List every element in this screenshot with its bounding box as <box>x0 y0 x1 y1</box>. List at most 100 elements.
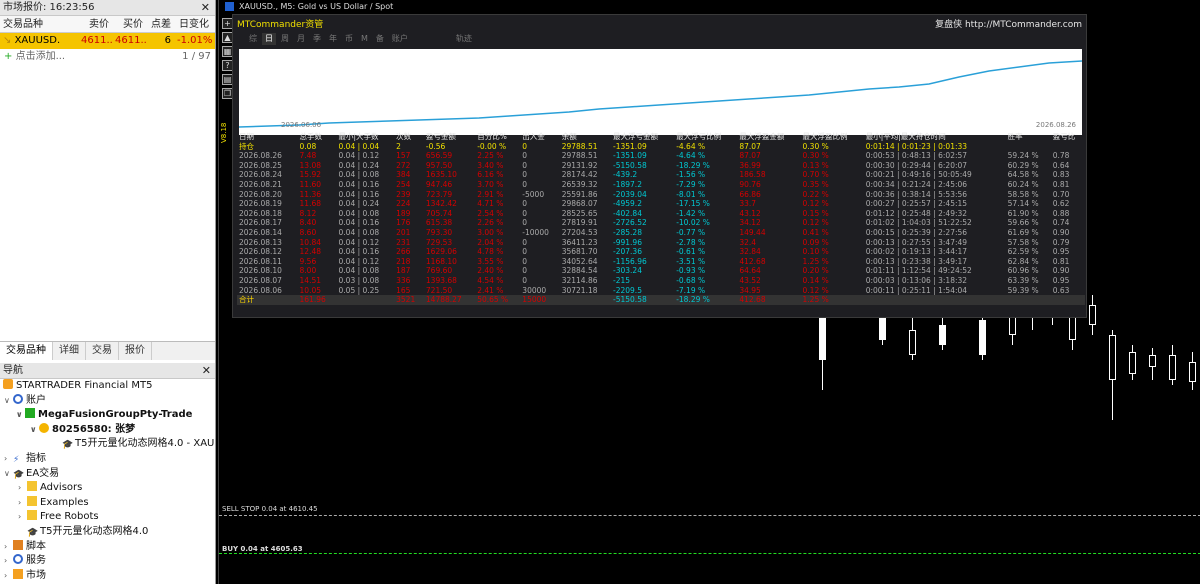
chevron-right-icon[interactable]: › <box>18 510 27 525</box>
stats-row[interactable]: 2026.08.13 10.84 0.04 | 0.12 231 729.53 2.04 … <box>237 238 1085 248</box>
ptab-track[interactable]: 轨迹 <box>453 33 475 45</box>
ptab-day[interactable]: 日 <box>262 33 276 45</box>
chevron-right-icon[interactable]: › <box>4 569 13 584</box>
col-symbol[interactable]: 交易品种 <box>0 16 78 32</box>
chevron-down-icon[interactable]: ∨ <box>16 408 25 423</box>
stats-row[interactable]: 2026.08.06 10.05 0.05 | 0.25 165 721.50 2.41 … <box>237 286 1085 296</box>
stats-cell: 218 <box>396 256 411 266</box>
stats-cell: 0:00:13 | 0:23:38 | 3:49:17 <box>865 256 968 266</box>
close-icon[interactable]: ✕ <box>201 0 210 16</box>
stats-cell: 30721.18 <box>561 285 598 295</box>
stats-header-row[interactable]: 日期 总手数 最小|大手数 次数 盈亏金额 百分比% 出入金 余额 最大浮亏金额 最大浮亏比例 最大… <box>237 132 1085 142</box>
stats-cell: 189 <box>396 208 411 218</box>
stats-cell: 4.54 % <box>477 275 504 285</box>
nav-folder-advisors[interactable]: › Advisors <box>0 481 215 496</box>
nav-services[interactable]: › 服务 <box>0 554 215 569</box>
chevron-right-icon[interactable]: › <box>18 481 27 496</box>
stats-row[interactable]: 2026.08.21 11.60 0.04 | 0.16 254 947.46 3.70 … <box>237 180 1085 190</box>
sell-stop-line[interactable] <box>219 515 1200 516</box>
stats-cell: 0.35 % <box>802 179 829 189</box>
indicator-icon: ⚡ <box>13 454 20 465</box>
stats-cell: 1393.68 <box>425 275 457 285</box>
stats-cell: 0 <box>522 275 528 285</box>
chevron-right-icon[interactable]: › <box>4 540 13 555</box>
chevron-right-icon[interactable]: › <box>4 452 13 467</box>
tab-ticks[interactable]: 报价 <box>119 342 152 360</box>
stats-cell: 0 <box>522 218 528 228</box>
symbol-row-xauusd[interactable]: ↘ XAUUSD. 4611.... 4611.... 6 -1.01% <box>0 33 215 49</box>
stats-cell: 2 <box>396 141 401 151</box>
buy-line[interactable] <box>219 553 1200 554</box>
stats-cell: 336 <box>396 275 411 285</box>
ptab-note[interactable]: 备 <box>373 33 387 45</box>
stats-cell: 412.68 <box>739 256 766 266</box>
col-bid[interactable]: 卖价 <box>78 16 112 32</box>
stats-row[interactable]: 2026.08.24 15.92 0.04 | 0.08 384 1635.10 6.16… <box>237 170 1085 180</box>
stats-hold-row[interactable]: 持仓 0.08 0.04 | 0.04 2 -0.56 -0.00 % 0 29788.51 -… <box>237 142 1085 152</box>
ptab-currency[interactable]: 币 <box>342 33 356 45</box>
tab-trading[interactable]: 交易 <box>86 342 119 360</box>
col-change[interactable]: 日变化 <box>174 16 212 32</box>
mtcommander-panel[interactable]: MTCommander资管 复盘侠 http://MTCommander.com… <box>220 14 1087 318</box>
nav-broker[interactable]: STARTRADER Financial MT5 <box>0 379 215 394</box>
stats-row[interactable]: 2026.08.12 12.48 0.04 | 0.16 266 1629.06 4.78… <box>237 247 1085 257</box>
stats-row[interactable]: 2026.08.26 7.48 0.04 | 0.12 157 656.59 2.25 %… <box>237 151 1085 161</box>
stats-row[interactable]: 2026.08.14 8.60 0.04 | 0.08 201 793.30 3.00 %… <box>237 228 1085 238</box>
stats-cell: 272 <box>396 160 411 170</box>
stats-row[interactable]: 2026.08.20 11.36 0.04 | 0.16 239 723.79 2.91 … <box>237 190 1085 200</box>
nav-indicators[interactable]: › ⚡ 指标 <box>0 452 215 467</box>
nav-market[interactable]: › 市场 <box>0 568 215 584</box>
tab-details[interactable]: 详细 <box>53 342 86 360</box>
ptab-m[interactable]: M <box>358 33 371 45</box>
stats-cell: 0.70 <box>1052 189 1070 199</box>
stats-row[interactable]: 2026.08.19 11.68 0.04 | 0.24 224 1342.42 4.71… <box>237 199 1085 209</box>
close-icon[interactable]: ✕ <box>202 363 211 379</box>
add-symbol-row[interactable]: + 点击添加... 1 / 97 <box>0 49 215 65</box>
mtc-link[interactable]: 复盘侠 http://MTCommander.com <box>935 17 1082 30</box>
sell-stop-label: SELL STOP 0.04 at 4610.45 <box>222 505 318 513</box>
ptab-quarter[interactable]: 季 <box>310 33 324 45</box>
ptab-month[interactable]: 月 <box>294 33 308 45</box>
nav-server[interactable]: ∨ MegaFusionGroupPty-Trade <box>0 408 215 423</box>
stats-cell: 723.79 <box>425 189 453 199</box>
nav-ea-instance[interactable]: 🎓T5开元量化动态网格4.0 - XAUUSD <box>0 437 215 452</box>
tab-symbols[interactable]: 交易品种 <box>0 342 53 360</box>
col-spread[interactable]: 点差 <box>146 16 174 32</box>
stats-cell: 3521 <box>394 295 424 305</box>
nav-account[interactable]: ∨ 80256580: 张梦 <box>0 422 215 438</box>
stats-cell: 8.60 <box>299 227 317 237</box>
stats-row[interactable]: 2026.08.11 9.56 0.04 | 0.12 218 1168.10 3.55 … <box>237 257 1085 267</box>
stats-cell: 3.70 % <box>477 179 504 189</box>
ptab-week[interactable]: 周 <box>278 33 292 45</box>
stats-cell: -2039.04 <box>613 189 647 199</box>
stats-cell: 0.04 | 0.16 <box>338 189 380 199</box>
ptab-account[interactable]: 账户 <box>389 33 411 45</box>
stats-row[interactable]: 2026.08.25 13.08 0.04 | 0.24 272 957.50 3.40 … <box>237 161 1085 171</box>
nav-ea-item[interactable]: 🎓 T5开元量化动态网格4.0 <box>0 525 215 540</box>
stats-cell: -0.00 % <box>477 141 507 151</box>
nav-folder-examples[interactable]: › Examples <box>0 495 215 511</box>
stats-cell: -0.77 % <box>676 227 706 237</box>
stats-cell: 11.68 <box>299 199 322 209</box>
ptab-summary[interactable]: 综 <box>246 33 260 45</box>
chevron-down-icon[interactable]: ∨ <box>30 423 39 438</box>
stats-row[interactable]: 2026.08.18 8.12 0.04 | 0.08 189 705.74 2.54 %… <box>237 209 1085 219</box>
stats-cell: 0 <box>522 247 528 257</box>
chevron-down-icon[interactable]: ∨ <box>4 467 13 482</box>
nav-scripts[interactable]: › 脚本 <box>0 539 215 555</box>
stats-row[interactable]: 2026.08.17 8.40 0.04 | 0.16 176 615.38 2.26 %… <box>237 218 1085 228</box>
chevron-right-icon[interactable]: › <box>4 554 13 569</box>
col-ask[interactable]: 买价 <box>112 16 146 32</box>
stats-cell: -4.64 % <box>676 151 706 161</box>
chevron-right-icon[interactable]: › <box>18 496 27 511</box>
chevron-down-icon[interactable]: ∨ <box>4 394 13 409</box>
stats-cell: 持仓 <box>239 141 254 151</box>
nav-accounts[interactable]: ∨ 账户 <box>0 393 215 409</box>
nav-experts[interactable]: ∨ 🎓 EA交易 <box>0 467 215 482</box>
stats-cell: 34052.64 <box>561 256 598 266</box>
ptab-year[interactable]: 年 <box>326 33 340 45</box>
nav-folder-free-robots[interactable]: › Free Robots <box>0 510 215 525</box>
stats-row[interactable]: 2026.08.07 14.51 0.03 | 0.08 336 1393.68 4.54… <box>237 276 1085 286</box>
stats-total-row[interactable]: 合计 161.96 3521 14788.27 50.65 % 15000 -5150.58… <box>237 295 1085 305</box>
stats-row[interactable]: 2026.08.10 8.00 0.04 | 0.08 187 769.60 2.40 %… <box>237 266 1085 276</box>
